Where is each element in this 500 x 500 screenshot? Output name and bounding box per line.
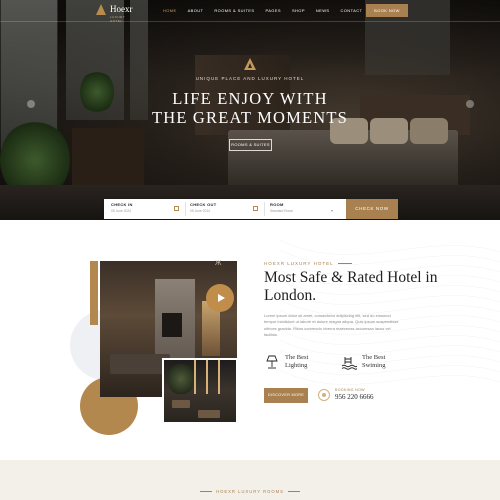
eyebrow-divider <box>200 491 213 492</box>
about-title: Most Safe & Rated Hotel in London. <box>264 269 438 304</box>
nav-item-shop[interactable]: SHOP <box>292 8 305 13</box>
about-section: Ж HOEXR LUXURY HOTEL Most Safe & Rated H… <box>0 220 500 460</box>
room-select[interactable]: ROOM Standard Room ▾ <box>270 202 338 216</box>
calendar-icon <box>253 206 258 211</box>
room-label: ROOM <box>270 202 284 207</box>
feature-lighting: The Best Lighting <box>264 354 321 370</box>
feature-label: The Best Lighting <box>285 354 309 369</box>
nav-item-rooms[interactable]: ROOMS & SUITES <box>214 8 254 13</box>
restaurant-image <box>162 358 238 424</box>
play-video-button[interactable] <box>206 284 234 312</box>
rooms-suites-button[interactable]: ROOMS & SUITES <box>229 139 272 151</box>
chevron-down-icon: ▾ <box>331 208 334 213</box>
decorative-wave-lines <box>280 239 500 385</box>
hero-title: LIFE ENJOY WITH THE GREAT MOMENTS <box>0 89 500 127</box>
nav-item-news[interactable]: NEWS <box>316 8 330 13</box>
top-navigation: Hoexr LUXURY HOTEL HOME ABOUT ROOMS & SU… <box>0 0 500 23</box>
feature-swimming: The Best Swiming <box>341 354 398 370</box>
checkin-field[interactable]: CHECK IN 05 June 2024 <box>111 202 186 216</box>
hero-banner: Hoexr LUXURY HOTEL HOME ABOUT ROOMS & SU… <box>0 0 500 220</box>
brand-tagline: LUXURY HOTEL <box>110 15 126 23</box>
check-now-button[interactable]: CHECK NOW <box>346 199 398 219</box>
lamp-icon <box>266 355 278 369</box>
decorative-bar <box>90 261 98 325</box>
pool-icon <box>341 357 357 370</box>
brand-name: Hoexr <box>110 4 133 14</box>
hero-subtitle: UNIQUE PLACE AND LUXURY HOTEL <box>195 76 305 81</box>
about-eyebrow: HOEXR LUXURY HOTEL <box>264 261 352 266</box>
calendar-icon <box>174 206 179 211</box>
nav-item-home[interactable]: HOME <box>163 8 177 13</box>
nav-item-about[interactable]: ABOUT <box>188 8 204 13</box>
rooms-eyebrow: HOEXR LUXURY ROOMS <box>0 489 500 494</box>
phone-icon <box>318 388 330 401</box>
hero-logo-icon <box>244 58 256 70</box>
eyebrow-divider <box>287 491 300 492</box>
nav-item-contact[interactable]: CONTACT <box>341 8 363 13</box>
hero-title-line-1: LIFE ENJOY WITH <box>172 89 328 108</box>
page: Hoexr LUXURY HOTEL HOME ABOUT ROOMS & SU… <box>0 0 500 500</box>
eyebrow-divider <box>337 263 352 264</box>
book-now-button[interactable]: BOOK NOW <box>366 4 408 17</box>
hero-title-line-2: THE GREAT MOMENTS <box>151 108 349 127</box>
feature-label: The Best Swiming <box>362 354 386 369</box>
booking-call[interactable]: BOOKING NOW 956 220 6666 <box>318 388 374 401</box>
checkout-field[interactable]: CHECK OUT 05 June 2024 <box>190 202 265 216</box>
rooms-eyebrow-text: HOEXR LUXURY ROOMS <box>216 489 284 494</box>
booking-form: CHECK IN 05 June 2024 CHECK OUT 05 June … <box>104 199 398 219</box>
about-eyebrow-text: HOEXR LUXURY HOTEL <box>264 261 334 266</box>
call-label: BOOKING NOW <box>335 388 365 392</box>
call-number: 956 220 6666 <box>335 393 374 401</box>
discover-more-button[interactable]: DISCOVER MORE <box>264 388 308 403</box>
nav-item-pages[interactable]: PAGES <box>265 8 281 13</box>
room-value: Standard Room <box>270 209 294 213</box>
rooms-section: HOEXR LUXURY ROOMS <box>0 460 500 500</box>
logo-icon <box>96 4 107 15</box>
about-description: Lorem ipsum dolor sit amet, consectetur … <box>264 313 399 337</box>
logo-watermark-icon: Ж <box>215 260 222 267</box>
brand-logo[interactable]: Hoexr LUXURY HOTEL <box>96 4 133 23</box>
nav-menu: HOME ABOUT ROOMS & SUITES PAGES SHOP NEW… <box>163 8 373 13</box>
